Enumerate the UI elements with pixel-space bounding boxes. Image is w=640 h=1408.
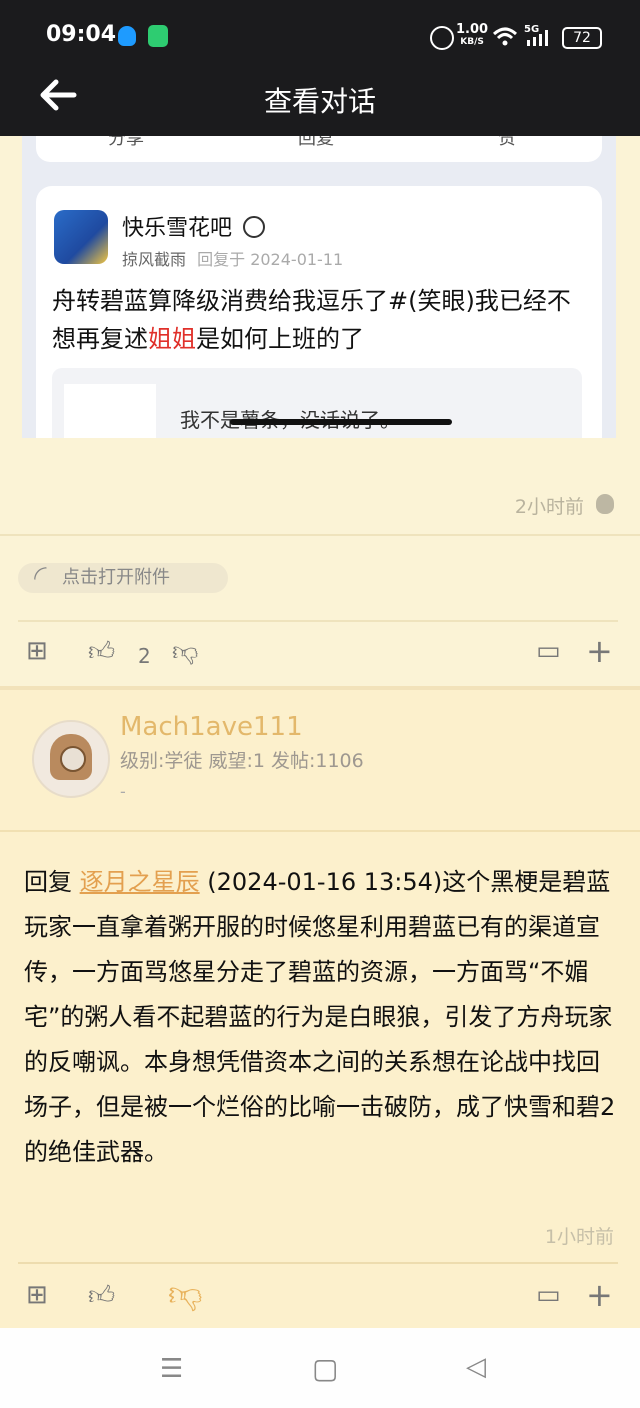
more-button[interactable]: +: [586, 632, 613, 670]
embedded-text-part: 是如何上班的了: [196, 325, 364, 353]
forum-name-text: 快乐雪花吧: [122, 216, 233, 241]
signal-icon: [527, 30, 548, 46]
system-back-button[interactable]: ◁: [466, 1352, 486, 1382]
page-title: 查看对话: [263, 85, 376, 118]
embedded-author: 掠风截雨: [122, 250, 187, 269]
embedded-post-card: 快乐雪花吧 掠风截雨 回复于 2024-01-11 舟转碧蓝算降级消费给我逗乐了…: [36, 186, 602, 438]
helmet-window: [60, 746, 86, 772]
thumbs-down-icon: 👎︎: [168, 1274, 203, 1314]
reply-post: Mach1ave111 级别:学徒 威望:1 发帖:1106 - 回复 逐月之星…: [0, 690, 640, 1330]
divider: [0, 830, 640, 832]
system-nav-bar: ☰ ▢ ◁: [0, 1328, 640, 1408]
user-stats: 级别:学徒 威望:1 发帖:1106: [120, 750, 364, 772]
like-action: 赞: [498, 136, 516, 149]
like-button[interactable]: 👍︎: [88, 636, 115, 667]
forum-badge-icon: [243, 216, 266, 238]
comment-button[interactable]: ▭: [536, 1280, 561, 1310]
divider: [0, 534, 640, 536]
gift-icon: ⊞: [26, 636, 48, 666]
embedded-text-highlight: 姐姐: [148, 325, 196, 353]
plus-icon: +: [586, 632, 613, 670]
attachment-label: 点击打开附件: [62, 567, 170, 588]
status-time: 09:04: [46, 22, 117, 47]
triangle-back-icon: ◁: [466, 1352, 486, 1382]
like-count: 2: [138, 644, 151, 668]
dislike-button[interactable]: 👎︎: [168, 1274, 203, 1315]
more-button[interactable]: +: [586, 1276, 613, 1314]
net-speed: 1.00 KB/S: [456, 22, 489, 48]
qq-notification-icon: [118, 26, 136, 46]
embedded-screenshot[interactable]: 分享 回复 赞 快乐雪花吧 掠风截雨 回复于 2024-01-11 舟转碧蓝算降…: [22, 136, 616, 438]
user-signature: -: [120, 782, 126, 801]
comment-button[interactable]: ▭: [536, 636, 561, 666]
reply-text: (2024-01-16 13:54)这个黑梗是碧蓝玩家一直拿着粥开服的时候悠星利…: [24, 868, 616, 1166]
menu-icon: ☰: [160, 1354, 184, 1384]
embedded-quote: 我不是薯条，没话说了。: [52, 368, 582, 438]
thumbs-down-icon: 👎︎: [172, 637, 199, 667]
wifi-icon: [492, 27, 518, 46]
diving-helmet-icon: [50, 734, 92, 780]
home-icon: ▢: [312, 1352, 339, 1385]
net-speed-unit: KB/S: [460, 37, 484, 47]
redaction-scribble: [230, 419, 452, 425]
divider: [18, 620, 618, 622]
open-attachment-button[interactable]: ⌒ 点击打开附件: [18, 563, 228, 593]
username[interactable]: Mach1ave111: [120, 712, 303, 742]
thumbs-up-icon: 👍︎: [88, 1281, 116, 1311]
app-notification-icon: [148, 25, 168, 47]
gift-icon: ⊞: [26, 1280, 48, 1310]
top-bar: 09:04 1.00 KB/S 5G 72 查看对话: [0, 0, 640, 136]
quote-thumbnail: [64, 384, 156, 438]
embedded-meta: 掠风截雨 回复于 2024-01-11: [122, 246, 343, 270]
reply-user-link[interactable]: 逐月之星辰: [80, 868, 200, 896]
avatar[interactable]: [32, 720, 110, 798]
embedded-post-text: 舟转碧蓝算降级消费给我逗乐了#(笑眼)我已经不想再复述姐姐是如何上班的了: [52, 282, 592, 358]
reply-body: 回复 逐月之星辰 (2024-01-16 13:54)这个黑梗是碧蓝玩家一直拿着…: [24, 860, 620, 1175]
battery-icon: 72: [562, 27, 602, 49]
comment-icon: ▭: [536, 636, 561, 666]
like-button[interactable]: 👍︎: [88, 1280, 115, 1311]
net-speed-value: 1.00: [456, 22, 489, 37]
thumbs-up-icon: 👍︎: [88, 637, 116, 667]
post-time: 2小时前: [514, 496, 584, 518]
plus-icon: +: [586, 1276, 613, 1314]
paperclip-icon: ⌒: [30, 563, 59, 592]
gift-button[interactable]: ⊞: [26, 636, 48, 666]
gift-button[interactable]: ⊞: [26, 1280, 48, 1310]
home-button[interactable]: ▢: [312, 1352, 338, 1385]
share-action: 分享: [108, 136, 144, 149]
embedded-action-bar: 分享 回复 赞: [36, 136, 602, 162]
post-time: 1小时前: [544, 1226, 614, 1248]
apple-icon: [596, 494, 614, 514]
embedded-reply-date: 回复于 2024-01-11: [197, 250, 344, 269]
recent-apps-button[interactable]: ☰: [160, 1354, 183, 1384]
comment-icon: ▭: [536, 1280, 561, 1310]
reply-action: 回复: [298, 136, 334, 149]
alarm-icon: [430, 26, 454, 50]
divider: [18, 1262, 618, 1264]
forum-avatar: [54, 210, 108, 264]
dislike-button[interactable]: 👎︎: [172, 636, 198, 667]
reply-prefix: 回复: [24, 868, 80, 896]
forum-name: 快乐雪花吧: [122, 210, 266, 242]
